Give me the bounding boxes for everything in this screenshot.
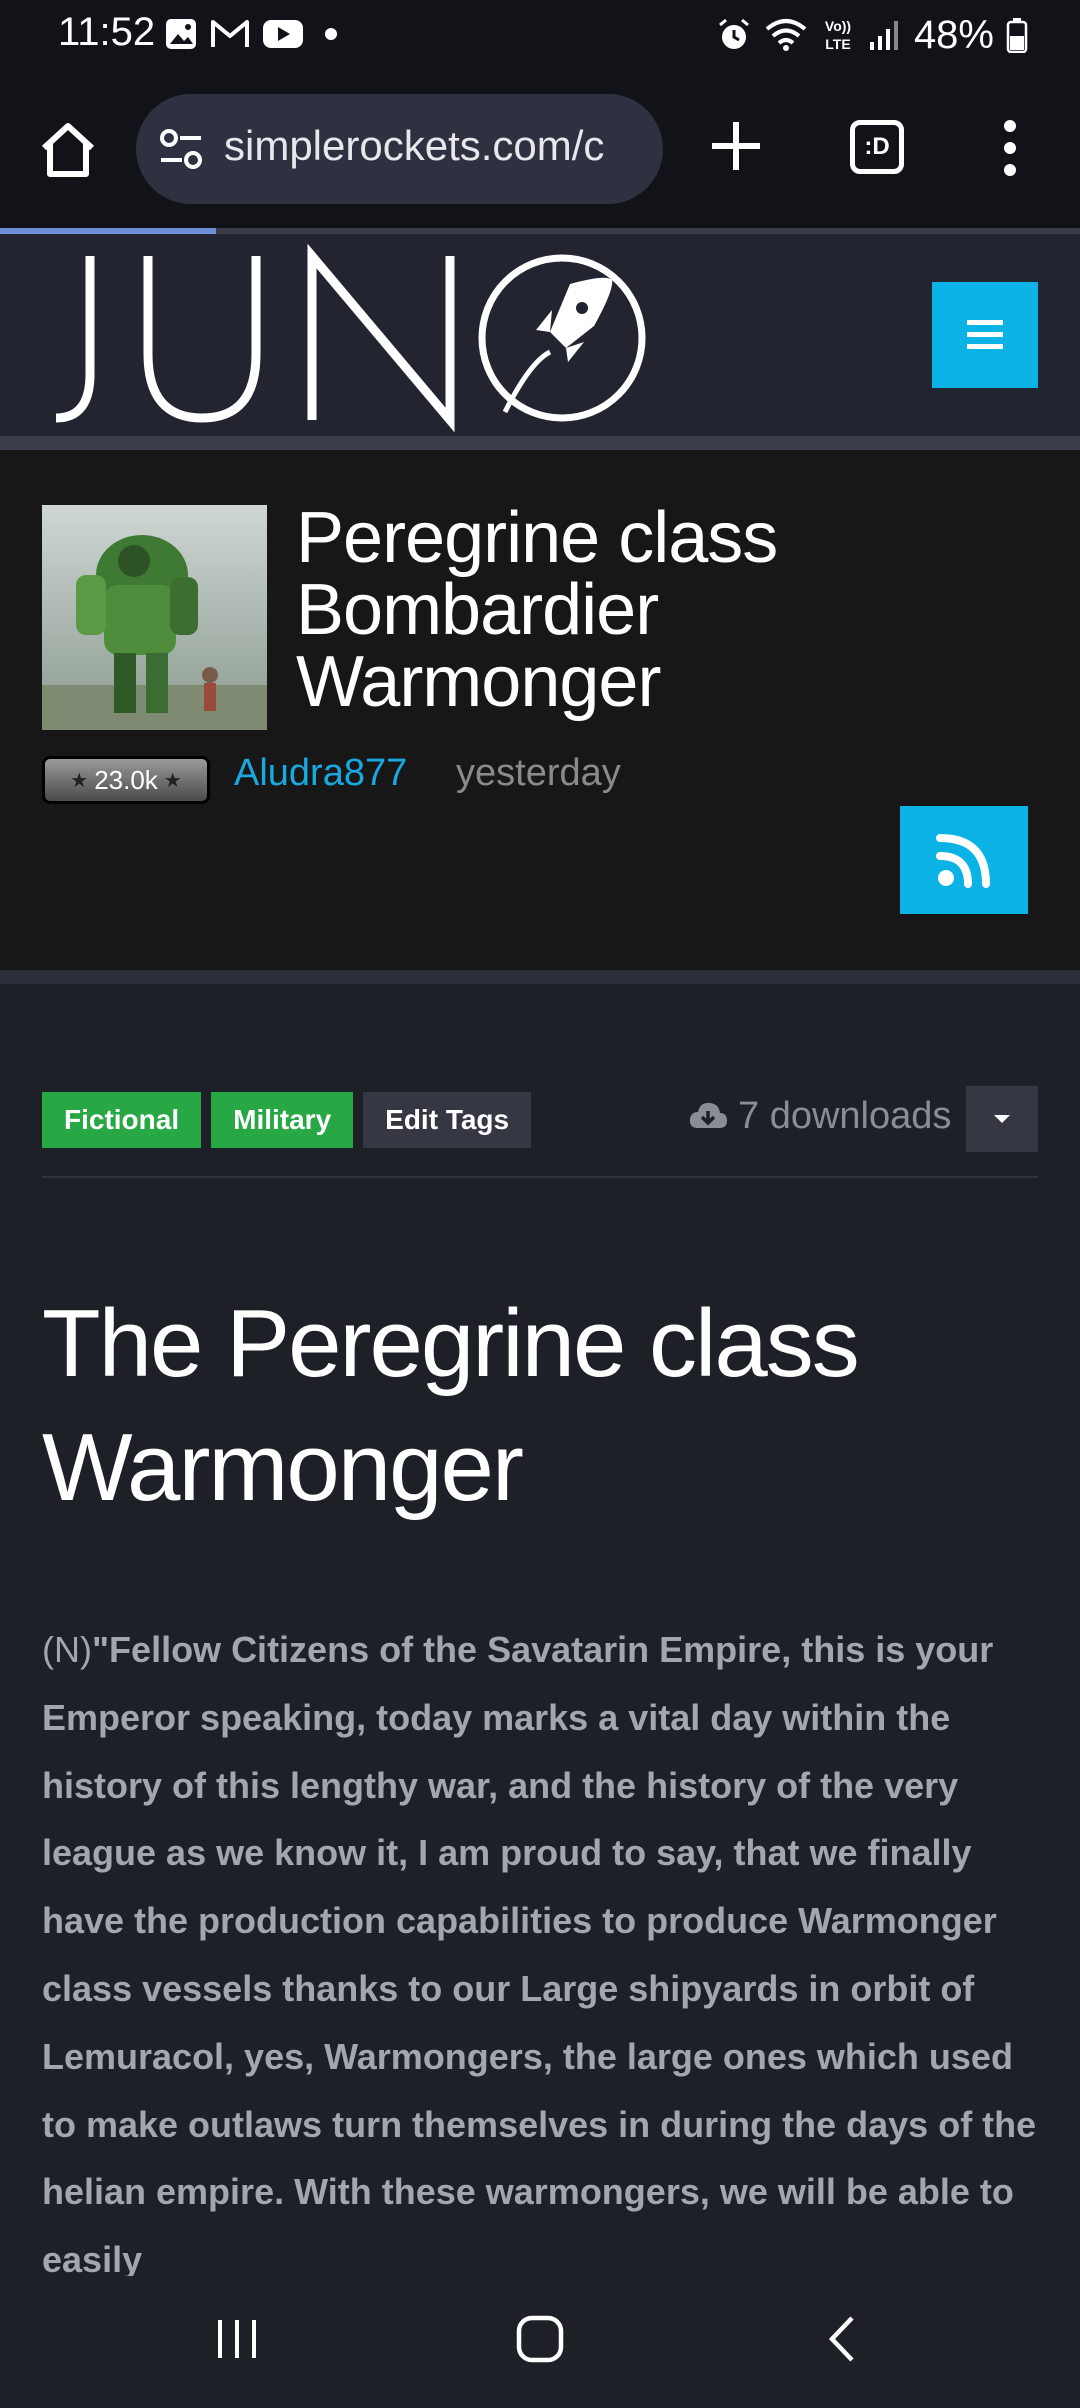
- menu-button[interactable]: [932, 282, 1038, 388]
- home-nav-icon[interactable]: [514, 2314, 566, 2364]
- edit-tags-button[interactable]: Edit Tags: [363, 1092, 532, 1148]
- article-body: (N)"Fellow Citizens of the Savatarin Emp…: [42, 1616, 1042, 2276]
- status-time: 11:52: [58, 10, 156, 54]
- hamburger-icon: [967, 320, 1003, 349]
- craft-title: Peregrine class Bombardier Warmonger: [296, 498, 778, 722]
- status-right: Vo)) LTE 48%: [716, 10, 1028, 60]
- browser-toolbar: simplerockets.com/c :D: [0, 70, 1080, 234]
- system-nav-bar: [0, 2276, 1080, 2408]
- svg-text:LTE: LTE: [825, 36, 850, 52]
- star-icon: ★: [163, 769, 182, 792]
- notification-icons: [164, 14, 346, 54]
- tab-switcher-label: :D: [864, 133, 890, 160]
- signal-icon: [869, 21, 898, 50]
- caret-down-icon: [994, 1115, 1010, 1123]
- downloads-label: 7 downloads: [738, 1094, 952, 1137]
- user-rank-badge: ★ 23.0k ★: [42, 756, 210, 804]
- author-link[interactable]: Aludra877: [234, 752, 407, 795]
- panel-divider: [0, 970, 1080, 984]
- tag-military[interactable]: Military: [211, 1092, 354, 1148]
- rank-points: 23.0k: [94, 764, 158, 795]
- volte-icon: Vo)) LTE: [825, 18, 851, 52]
- recent-apps-icon[interactable]: [212, 2314, 262, 2364]
- article-prefix: (N): [42, 1629, 92, 1670]
- url-text: simplerockets.com/c: [224, 122, 605, 169]
- address-bar[interactable]: simplerockets.com/c: [136, 94, 663, 204]
- image-icon: [166, 19, 196, 49]
- article-text: "Fellow Citizens of the Savatarin Empire…: [42, 1629, 1037, 2276]
- site-header: [0, 234, 1080, 438]
- gmail-icon: [211, 20, 249, 47]
- star-icon: ★: [70, 769, 89, 792]
- more-options-icon[interactable]: [990, 116, 1030, 180]
- home-icon[interactable]: [36, 118, 100, 182]
- dot-icon: [325, 28, 337, 40]
- wifi-icon: [765, 19, 807, 51]
- cloud-download-icon: [689, 1102, 727, 1128]
- alarm-icon: [718, 18, 749, 49]
- follow-rss-button[interactable]: [900, 806, 1028, 914]
- content-divider: [42, 1176, 1038, 1178]
- battery-percent: 48%: [913, 12, 994, 57]
- svg-text:Vo)): Vo)): [825, 18, 851, 34]
- download-options-button[interactable]: [966, 1086, 1038, 1152]
- youtube-icon: [263, 20, 303, 48]
- header-divider: [0, 436, 1080, 450]
- tag-fictional[interactable]: Fictional: [42, 1092, 202, 1148]
- craft-thumbnail[interactable]: [42, 505, 267, 730]
- juno-logo[interactable]: [50, 242, 650, 432]
- tab-switcher-button[interactable]: :D: [850, 120, 904, 174]
- status-bar: 11:52 Vo)) LTE 48%: [0, 0, 1080, 70]
- craft-header: Peregrine class Bombardier Warmonger ★ 2…: [0, 450, 1080, 970]
- back-icon[interactable]: [820, 2314, 866, 2364]
- article-heading: The Peregrine class Warmonger: [42, 1290, 860, 1521]
- battery-icon: [1006, 18, 1028, 53]
- downloads-count: 7 downloads: [688, 1086, 951, 1146]
- tags-row: Fictional Military Edit Tags: [42, 1092, 532, 1148]
- rss-icon: [936, 834, 990, 888]
- post-date: yesterday: [456, 752, 621, 794]
- new-tab-icon[interactable]: [706, 116, 766, 176]
- site-settings-icon[interactable]: [158, 127, 204, 171]
